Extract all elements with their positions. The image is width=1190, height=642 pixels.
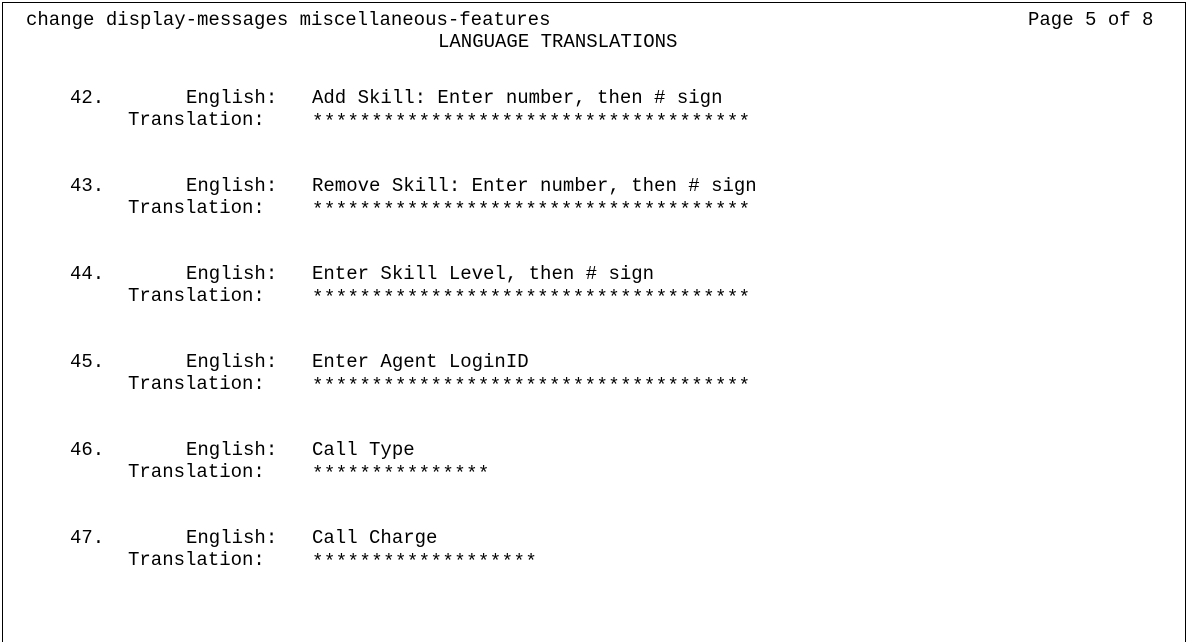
english-text: Enter Skill Level, then # sign bbox=[312, 263, 655, 285]
english-text: Call Type bbox=[312, 439, 415, 461]
terminal-screen: change display-messages miscellaneous-fe… bbox=[2, 2, 1186, 642]
translation-field[interactable]: ************************************* bbox=[312, 199, 751, 221]
translation-field[interactable]: ******************* bbox=[312, 551, 537, 573]
translation-label: Translation: bbox=[128, 285, 265, 307]
english-label: English: bbox=[186, 351, 278, 373]
entry-number: 46. bbox=[70, 439, 105, 461]
english-text: Enter Agent LoginID bbox=[312, 351, 529, 373]
english-label: English: bbox=[186, 175, 278, 197]
translation-field[interactable]: ************************************* bbox=[312, 375, 751, 397]
english-label: English: bbox=[186, 263, 278, 285]
form-title: LANGUAGE TRANSLATIONS bbox=[438, 31, 678, 53]
translation-label: Translation: bbox=[128, 197, 265, 219]
translation-label: Translation: bbox=[128, 549, 265, 571]
english-text: Remove Skill: Enter number, then # sign bbox=[312, 175, 757, 197]
entry-number: 42. bbox=[70, 87, 105, 109]
entry-number: 43. bbox=[70, 175, 105, 197]
english-text: Call Charge bbox=[312, 527, 438, 549]
translation-label: Translation: bbox=[128, 461, 265, 483]
entry-number: 47. bbox=[70, 527, 105, 549]
translation-label: Translation: bbox=[128, 373, 265, 395]
translation-label: Translation: bbox=[128, 109, 265, 131]
command-line: change display-messages miscellaneous-fe… bbox=[26, 9, 551, 31]
entry-number: 44. bbox=[70, 263, 105, 285]
english-label: English: bbox=[186, 87, 278, 109]
translation-field[interactable]: *************** bbox=[312, 463, 490, 485]
english-label: English: bbox=[186, 527, 278, 549]
translation-field[interactable]: ************************************* bbox=[312, 287, 751, 309]
english-label: English: bbox=[186, 439, 278, 461]
entry-number: 45. bbox=[70, 351, 105, 373]
translation-field[interactable]: ************************************* bbox=[312, 111, 751, 133]
page-indicator: Page 5 of 8 bbox=[1028, 9, 1154, 31]
english-text: Add Skill: Enter number, then # sign bbox=[312, 87, 723, 109]
